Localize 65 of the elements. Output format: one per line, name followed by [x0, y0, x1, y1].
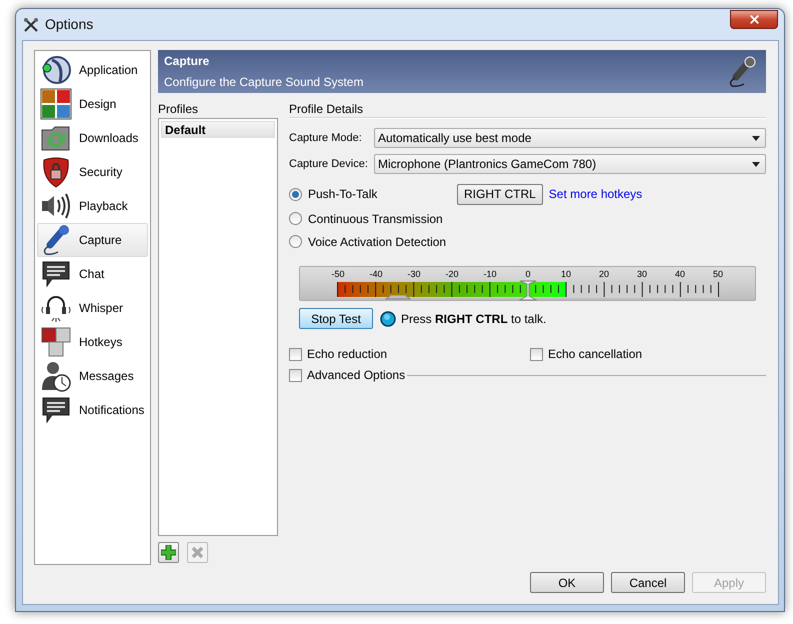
scale-label: 10: [560, 270, 572, 278]
dialog-button[interactable]: Cancel: [611, 572, 685, 593]
hotkey-button[interactable]: RIGHT CTRL: [457, 184, 543, 204]
sidebar-item[interactable]: Notifications: [37, 393, 148, 427]
radio-label: Voice Activation Detection: [308, 234, 448, 250]
checkbox[interactable]: [289, 368, 302, 382]
sidebar-item[interactable]: Downloads: [37, 121, 148, 155]
checkbox-label: Advanced Options: [307, 367, 406, 384]
status-light-icon: [380, 310, 396, 326]
checkbox[interactable]: [530, 348, 543, 360]
scale-label: 40: [674, 270, 686, 278]
scale-label: 0: [524, 270, 532, 278]
hotkey-link[interactable]: Set more hotkeys: [548, 185, 642, 203]
dropdown[interactable]: Automatically use best mode: [374, 128, 766, 148]
window-title: Options: [45, 15, 94, 34]
sidebar-item[interactable]: Security: [37, 155, 148, 189]
plus-icon: [161, 545, 176, 560]
checkbox-label: Echo cancellation: [548, 346, 642, 363]
field-label: Capture Device:: [289, 156, 369, 172]
dropdown-arrow-icon: [752, 162, 760, 166]
field-label: Capture Mode:: [289, 130, 363, 146]
radio-label: Continuous Transmission: [308, 210, 444, 228]
profiles-label: Profiles: [158, 101, 200, 115]
sidebar-item[interactable]: Application: [37, 53, 148, 87]
dropdown-arrow-icon: [752, 136, 760, 140]
radio-button[interactable]: [289, 212, 302, 225]
details-label: Profile Details: [289, 101, 364, 115]
close-button[interactable]: [730, 10, 778, 29]
sidebar-item[interactable]: Hotkeys: [37, 325, 148, 359]
scale-label: -50: [330, 270, 346, 278]
peak-marker: [385, 295, 411, 300]
add-button[interactable]: [158, 542, 179, 563]
scale-label: 30: [636, 270, 648, 278]
sidebar-item[interactable]: Whisper: [37, 291, 148, 325]
person-clock-icon: [40, 360, 72, 392]
section-subtitle: Configure the Capture Sound System: [164, 74, 364, 91]
profile-item[interactable]: Default: [161, 121, 275, 138]
sidebar-item[interactable]: Design: [37, 87, 148, 121]
scale-label: -30: [406, 270, 422, 278]
scale-label: -10: [482, 270, 498, 278]
scale-label: -40: [368, 270, 384, 278]
cross-icon: [191, 546, 204, 559]
checkbox[interactable]: [289, 348, 302, 360]
radio-button[interactable]: [289, 188, 302, 200]
sidebar-item[interactable]: Chat: [37, 257, 148, 291]
dropdown[interactable]: Microphone (Plantronics GameCom 780): [374, 154, 766, 174]
scale-label: -20: [444, 270, 460, 278]
radio-label: Push-To-Talk: [308, 186, 378, 203]
section-title: Capture: [164, 53, 210, 70]
radio-button[interactable]: [289, 235, 302, 248]
sidebar-item[interactable]: Playback: [37, 189, 148, 223]
stop-test-button[interactable]: Stop Test: [299, 308, 373, 329]
color-squares-icon: [40, 88, 72, 120]
scale-label: 50: [712, 270, 724, 278]
remove-button[interactable]: [187, 542, 208, 563]
dialog-button[interactable]: OK: [530, 572, 604, 593]
sidebar-item[interactable]: Messages: [37, 359, 148, 393]
threshold-handle[interactable]: [519, 280, 537, 301]
sidebar-item[interactable]: Capture: [37, 223, 148, 257]
checkbox-label: Echo reduction: [307, 346, 388, 363]
key-squares-icon: [40, 326, 72, 358]
scale-label: 20: [598, 270, 610, 278]
status-text: Press RIGHT CTRL to talk.: [401, 310, 546, 328]
close-icon: [748, 13, 760, 26]
tools-icon: [23, 16, 39, 32]
